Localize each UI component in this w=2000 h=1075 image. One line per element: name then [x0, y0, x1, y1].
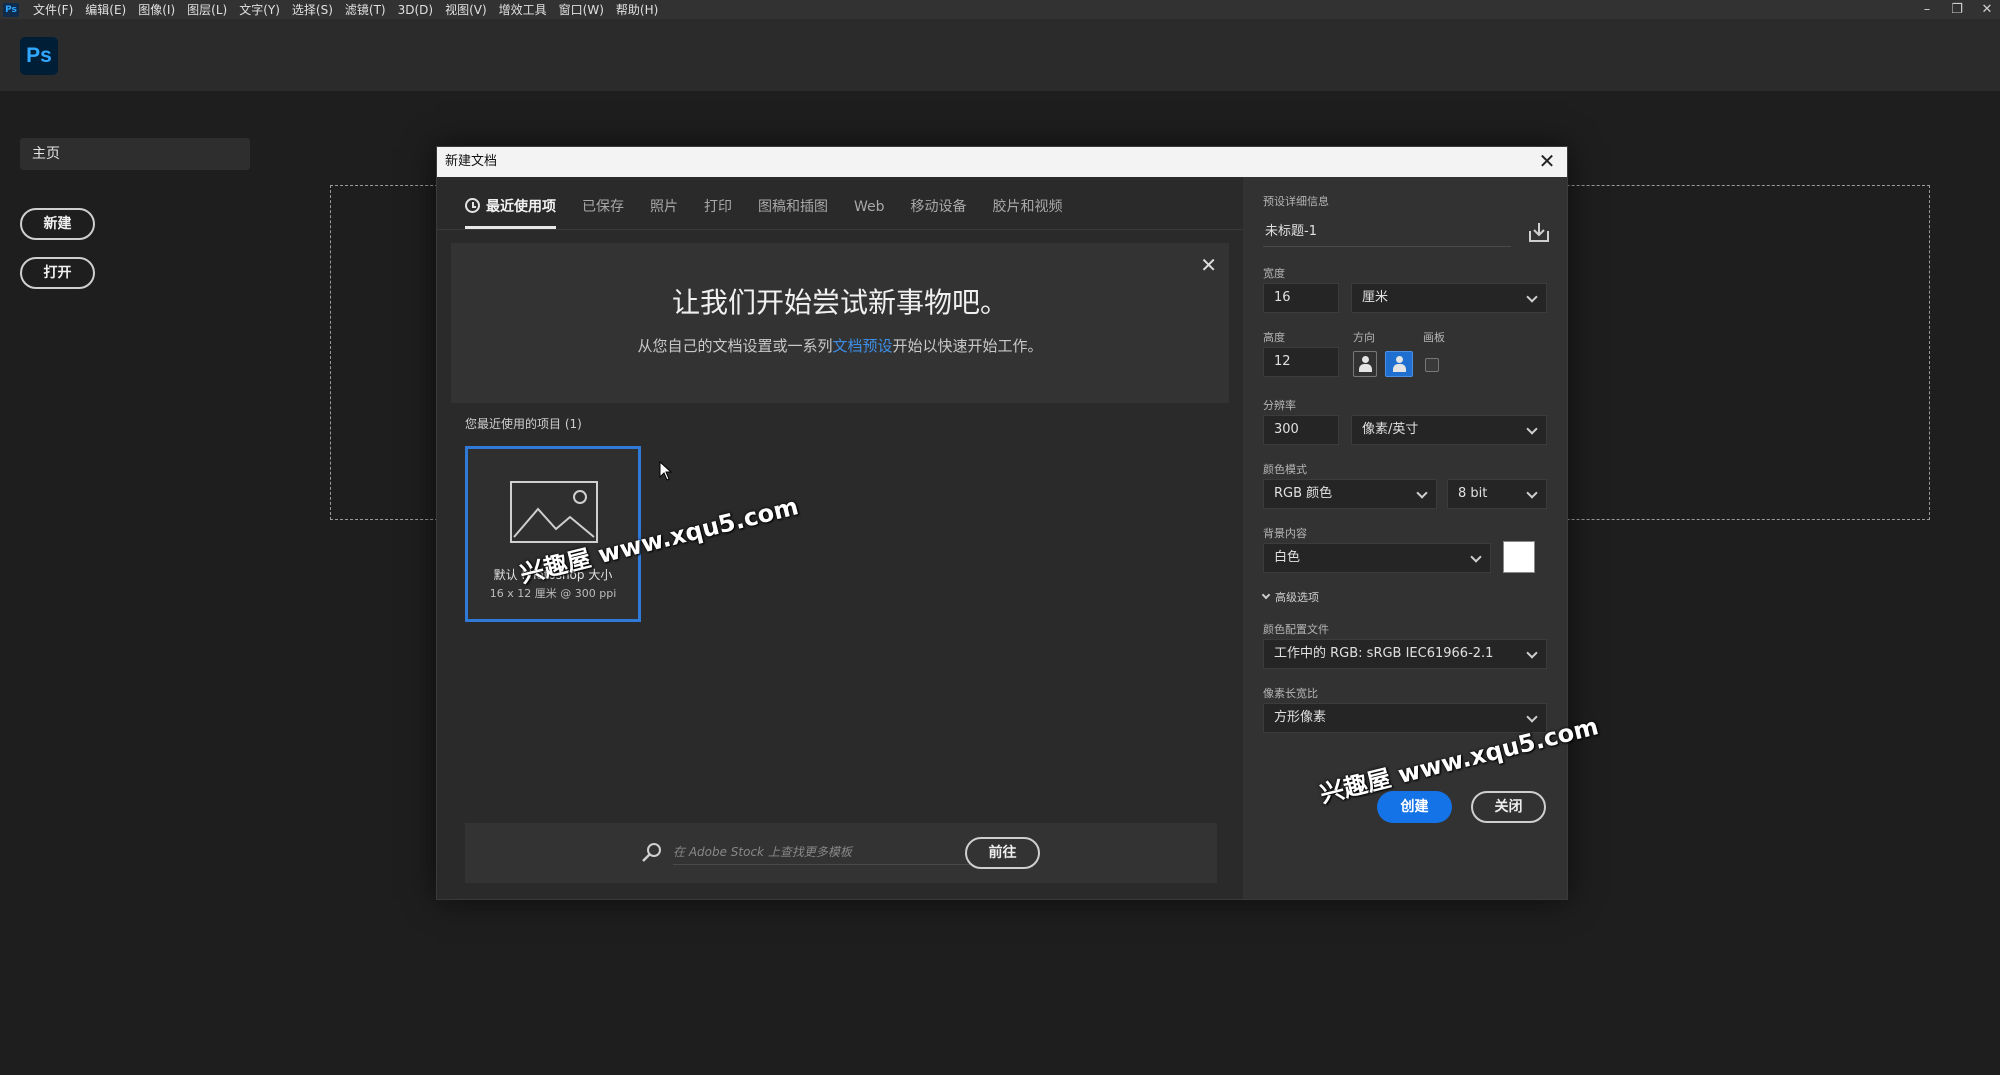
ps-app-icon: Ps — [3, 2, 19, 17]
tab-print[interactable]: 打印 — [704, 187, 732, 227]
welcome-subtitle: 从您自己的文档设置或一系列文档预设开始以快速开始工作。 — [451, 335, 1229, 356]
stock-search-bar: 前往 — [465, 823, 1217, 883]
tabs-divider — [437, 229, 1243, 230]
stock-search-input[interactable] — [673, 839, 971, 865]
menu-help[interactable]: 帮助(H) — [616, 1, 658, 18]
background-color-swatch[interactable] — [1503, 541, 1535, 573]
app-header — [0, 19, 2000, 91]
orientation-label: 方向 — [1353, 331, 1375, 344]
landscape-icon[interactable] — [1385, 351, 1413, 377]
welcome-title: 让我们开始尝试新事物吧。 — [671, 286, 1008, 319]
ps-logo: Ps — [20, 37, 58, 75]
menu-type[interactable]: 文字(Y) — [239, 1, 280, 18]
tab-photo[interactable]: 照片 — [650, 187, 678, 227]
window-controls: – ❐ ✕ — [1920, 0, 1994, 19]
create-button[interactable]: 创建 — [1377, 791, 1452, 823]
restore-icon[interactable]: ❐ — [1950, 2, 1964, 17]
pixel-aspect-label: 像素长宽比 — [1263, 687, 1318, 700]
menu-plugins[interactable]: 增效工具 — [499, 1, 547, 18]
color-mode-label: 颜色模式 — [1263, 463, 1307, 476]
menu-filter[interactable]: 滤镜(T) — [345, 1, 386, 18]
select-value: RGB 颜色 — [1274, 486, 1333, 501]
tab-recent[interactable]: 最近使用项 — [465, 187, 556, 229]
menu-view[interactable]: 视图(V) — [445, 1, 487, 18]
subtitle-text: 开始以快速开始工作。 — [892, 337, 1043, 355]
preset-details-panel: 预设详细信息 未标题-1 宽度 16 厘米 高度 方向 画板 12 分辨率 30… — [1243, 177, 1567, 899]
subtitle-text: 从您自己的文档设置或一系列 — [637, 337, 833, 355]
dialog-titlebar: 新建文档 ✕ — [437, 147, 1567, 177]
menu-bar: Ps 文件(F) 编辑(E) 图像(I) 图层(L) 文字(Y) 选择(S) 滤… — [0, 0, 2000, 19]
go-button[interactable]: 前往 — [965, 837, 1040, 869]
tab-art-illustration[interactable]: 图稿和插图 — [758, 187, 828, 227]
width-unit-select[interactable]: 厘米 — [1351, 283, 1547, 313]
minimize-icon[interactable]: – — [1920, 2, 1934, 17]
color-mode-select[interactable]: RGB 颜色 — [1263, 479, 1437, 509]
chevron-down-icon — [1526, 647, 1538, 659]
artboard-checkbox[interactable] — [1425, 358, 1439, 372]
mouse-cursor-icon — [659, 461, 673, 481]
tab-label: 最近使用项 — [486, 199, 556, 215]
recent-items-label: 您最近使用的项目 (1) — [465, 417, 582, 431]
background-select[interactable]: 白色 — [1263, 543, 1491, 573]
open-button[interactable]: 打开 — [20, 257, 95, 289]
chevron-down-icon — [1526, 423, 1538, 435]
dialog-close-icon[interactable]: ✕ — [1537, 151, 1557, 172]
recent-item-size: 16 x 12 厘米 @ 300 ppi — [489, 587, 617, 600]
select-value: 8 bit — [1458, 486, 1488, 501]
clock-icon — [465, 198, 480, 213]
advanced-options-toggle[interactable]: 高级选项 — [1261, 589, 1319, 605]
menu-image[interactable]: 图像(I) — [138, 1, 175, 18]
advanced-options-label: 高级选项 — [1275, 591, 1319, 604]
dialog-title: 新建文档 — [445, 154, 498, 169]
chevron-down-icon — [1470, 551, 1482, 563]
artboard-label: 画板 — [1423, 331, 1445, 344]
tab-film-video[interactable]: 胶片和视频 — [993, 187, 1063, 227]
menu-edit[interactable]: 编辑(E) — [85, 1, 126, 18]
select-value: 工作中的 RGB: sRGB IEC61966-2.1 — [1274, 646, 1494, 661]
tab-mobile[interactable]: 移动设备 — [911, 187, 967, 227]
banner-close-icon[interactable]: ✕ — [1200, 253, 1217, 277]
menu-layer[interactable]: 图层(L) — [187, 1, 227, 18]
image-icon — [510, 481, 598, 543]
color-profile-label: 颜色配置文件 — [1263, 623, 1329, 636]
select-value: 方形像素 — [1274, 710, 1327, 725]
sidebar-item-home[interactable]: 主页 — [20, 138, 250, 170]
height-input[interactable]: 12 — [1263, 347, 1339, 377]
width-input[interactable]: 16 — [1263, 283, 1339, 313]
close-button[interactable]: 关闭 — [1471, 791, 1546, 823]
preset-details-label: 预设详细信息 — [1263, 195, 1329, 208]
bit-depth-select[interactable]: 8 bit — [1447, 479, 1547, 509]
window-close-icon[interactable]: ✕ — [1980, 2, 1994, 17]
chevron-down-icon — [1526, 291, 1538, 303]
select-value: 白色 — [1274, 550, 1301, 565]
select-value: 厘米 — [1362, 290, 1389, 305]
tab-web[interactable]: Web — [854, 187, 885, 227]
menu-file[interactable]: 文件(F) — [33, 1, 73, 18]
resolution-input[interactable]: 300 — [1263, 415, 1339, 445]
document-presets-link[interactable]: 文档预设 — [832, 337, 892, 355]
welcome-banner: ✕ 让我们开始尝试新事物吧。 从您自己的文档设置或一系列文档预设开始以快速开始工… — [451, 243, 1229, 403]
resolution-label: 分辨率 — [1263, 399, 1296, 412]
menu-3d[interactable]: 3D(D) — [398, 3, 433, 17]
menu-window[interactable]: 窗口(W) — [559, 1, 604, 18]
tab-saved[interactable]: 已保存 — [582, 187, 624, 227]
document-name-field[interactable]: 未标题-1 — [1263, 217, 1511, 247]
search-icon — [642, 843, 661, 862]
portrait-icon[interactable] — [1353, 351, 1377, 377]
menu-select[interactable]: 选择(S) — [292, 1, 333, 18]
chevron-down-icon — [1261, 590, 1271, 600]
select-value: 像素/英寸 — [1362, 422, 1419, 437]
chevron-down-icon — [1416, 487, 1428, 499]
background-label: 背景内容 — [1263, 527, 1307, 540]
new-button[interactable]: 新建 — [20, 208, 95, 240]
resolution-unit-select[interactable]: 像素/英寸 — [1351, 415, 1547, 445]
preset-tabs: 最近使用项 已保存 照片 打印 图稿和插图 Web 移动设备 胶片和视频 — [465, 187, 1063, 229]
height-label: 高度 — [1263, 331, 1285, 344]
color-profile-select[interactable]: 工作中的 RGB: sRGB IEC61966-2.1 — [1263, 639, 1547, 669]
width-label: 宽度 — [1263, 267, 1285, 280]
chevron-down-icon — [1526, 487, 1538, 499]
save-preset-icon[interactable] — [1528, 221, 1550, 243]
